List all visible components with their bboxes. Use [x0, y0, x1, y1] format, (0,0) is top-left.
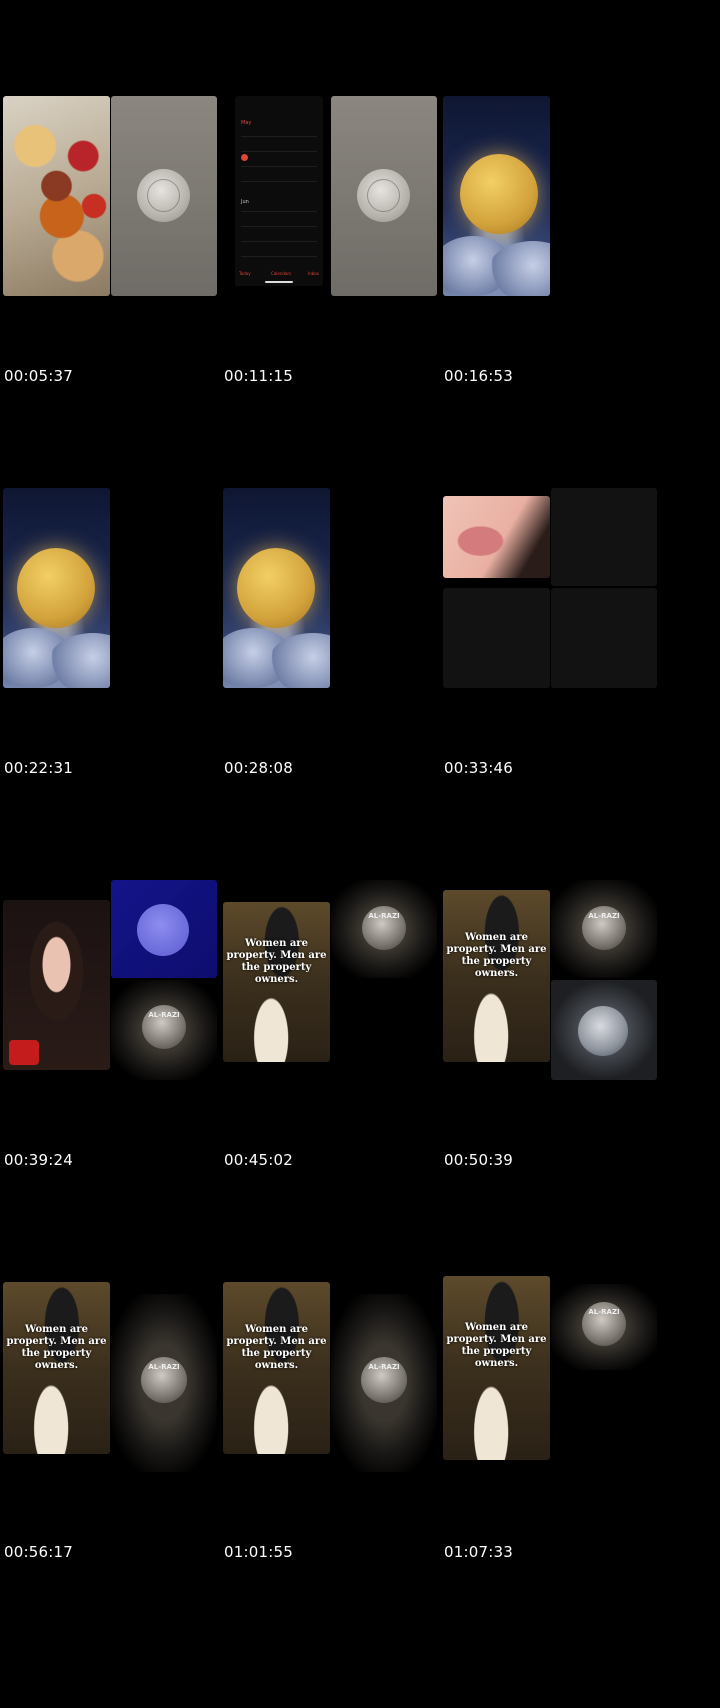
food-frame [3, 96, 110, 296]
moon-face-icon [237, 548, 315, 628]
red-accent [9, 1040, 39, 1065]
home-indicator [265, 281, 293, 283]
moon-icon [17, 548, 95, 628]
poster-frame: Women are property. Men are the property… [443, 1276, 550, 1460]
calendar-row [241, 241, 317, 242]
poster-frame: Women are property. Men are the property… [223, 902, 330, 1062]
moon-frame [3, 488, 110, 688]
calendar-row [241, 181, 317, 182]
closeup-frame [443, 496, 550, 578]
poster-text: Women are property. Men are the property… [446, 932, 547, 979]
calendar-frame: May Jun Today Calendars Inbox [235, 96, 323, 286]
timestamp: 00:56:17 [4, 1543, 73, 1561]
calendar-row [241, 256, 317, 257]
inbox-tab[interactable]: Inbox [308, 271, 319, 276]
medallion-frame: AL-RAZI [331, 880, 437, 978]
today-tab[interactable]: Today [239, 271, 251, 276]
calendar-row [241, 226, 317, 227]
timestamp: 00:45:02 [224, 1151, 293, 1169]
circle-icon [137, 904, 189, 956]
today-marker [241, 154, 248, 161]
grey-frame [331, 96, 437, 296]
medallion-frame: AL-RAZI [331, 1294, 437, 1472]
coin-icon [357, 169, 410, 222]
calendar-row [241, 211, 317, 212]
medallion-icon: AL-RAZI [361, 1357, 407, 1403]
timestamp: 00:50:39 [444, 1151, 513, 1169]
timestamp: 00:28:08 [224, 759, 293, 777]
medallion-icon: AL-RAZI [582, 1302, 626, 1346]
dark-tile [551, 488, 657, 586]
poster-text: Women are property. Men are the property… [6, 1324, 107, 1371]
moon-icon [460, 154, 538, 234]
medallion-frame: AL-RAZI [111, 980, 217, 1080]
dark-tile [551, 588, 657, 688]
poster-text: Women are property. Men are the property… [226, 938, 327, 985]
medallion-icon: AL-RAZI [141, 1357, 187, 1403]
timestamp: 00:11:15 [224, 367, 293, 385]
moon-frame [223, 488, 330, 688]
poster-frame: Women are property. Men are the property… [223, 1282, 330, 1454]
poster-text: Women are property. Men are the property… [226, 1324, 327, 1371]
month-label: May [241, 120, 252, 126]
timestamp: 01:01:55 [224, 1543, 293, 1561]
medallion-frame: AL-RAZI [551, 1284, 657, 1370]
timestamp: 00:22:31 [4, 759, 73, 777]
timestamp: 00:39:24 [4, 1151, 73, 1169]
medallion-icon: AL-RAZI [362, 906, 406, 950]
timestamp: 00:05:37 [4, 367, 73, 385]
calendar-row [241, 151, 317, 152]
calendars-tab[interactable]: Calendars [271, 271, 291, 276]
portrait-frame [3, 900, 110, 1070]
grey-frame [111, 96, 217, 296]
timestamp: 00:16:53 [444, 367, 513, 385]
medallion-frame: AL-RAZI [551, 880, 657, 978]
poster-frame: Women are property. Men are the property… [3, 1282, 110, 1454]
moon-frame [443, 96, 550, 296]
dark-tile [443, 588, 550, 688]
medallion-icon: AL-RAZI [582, 906, 626, 950]
timestamp: 01:07:33 [444, 1543, 513, 1561]
month-label: Jun [241, 199, 249, 205]
medallion-frame [551, 980, 657, 1080]
coin-icon [137, 169, 190, 222]
calendar-row [241, 166, 317, 167]
calendar-row [241, 136, 317, 137]
medallion-frame: AL-RAZI [111, 1294, 217, 1472]
medallion-icon: AL-RAZI [142, 1005, 186, 1049]
poster-text: Women are property. Men are the property… [446, 1322, 547, 1369]
rider-medallion-icon [578, 1006, 628, 1056]
timestamp: 00:33:46 [444, 759, 513, 777]
poster-frame: Women are property. Men are the property… [443, 890, 550, 1062]
blue-frame [111, 880, 217, 978]
